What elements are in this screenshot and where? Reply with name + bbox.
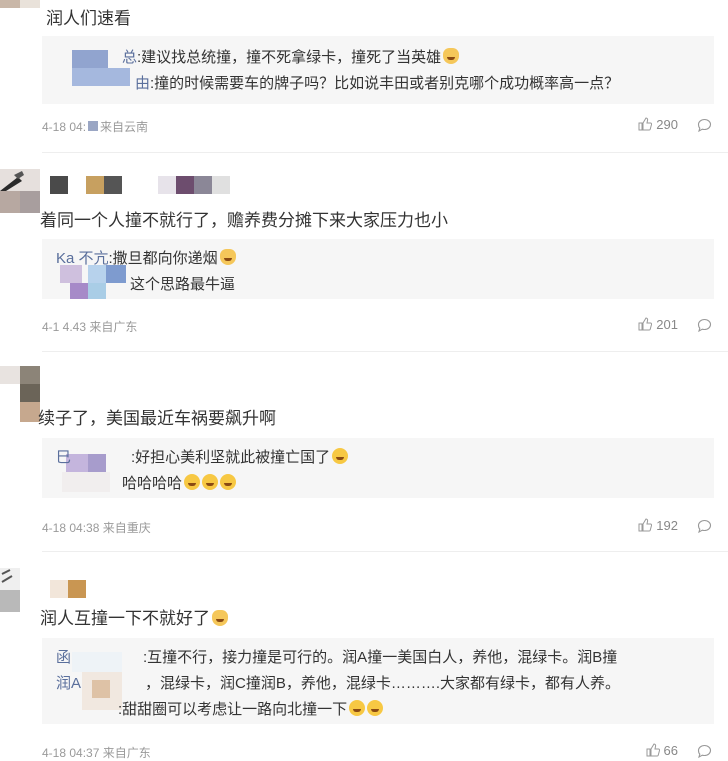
comment-location: 来自重庆 [102, 521, 151, 535]
comment-text: 润人们速看 [46, 9, 131, 28]
reply-text: 哈哈哈哈 [122, 475, 183, 492]
reply-line: 巳 :好担心美利坚就此被撞亡国了 [56, 446, 349, 467]
like-button[interactable]: 201 [638, 317, 678, 332]
comment-time: 4-18 04:38 [42, 521, 100, 535]
thumbs-up-icon [638, 317, 653, 331]
reply-text: :甜甜圈可以考虑让一路向北撞一下 [118, 701, 348, 718]
comment-text-content: 润人互撞一下不就好了 [40, 609, 210, 628]
reply-text: :建议找总统撞，撞不死拿绿卡，撞死了当英雄 [137, 49, 442, 66]
reply-box[interactable]: 巳 :好担心美利坚就此被撞亡国了 哈哈哈哈 [42, 438, 714, 498]
comment-3: 续子了，美国最近车祸要飙升啊 巳 :好担心美利坚就此被撞亡国了 哈哈哈哈 4-18… [0, 352, 728, 550]
thumbs-up-icon [638, 518, 653, 532]
username-blur[interactable] [50, 580, 86, 598]
reply-text: ，混绿卡，润C撞润B，养他，混绿卡……….大家都有绿卡，都有人养。 [145, 675, 621, 692]
comment-location: 来自广东 [89, 320, 138, 334]
reply-line: Ka 不亢:撒旦都向你递烟 [56, 247, 236, 268]
like-button[interactable]: 66 [646, 743, 678, 758]
comment-time: 4-1 4.43 [42, 320, 87, 334]
comment-4: 润人互撞一下不就好了 函 :互撞不行，接力撞是可行的。润A撞一美国白人，养他，混绿… [0, 552, 728, 761]
cat-emoji-icon [443, 48, 460, 64]
comment-1: 润人们速看 总:建议找总统撞，撞不死拿绿卡，撞死了当英雄 由:撞的时候需要车的牌… [0, 0, 728, 152]
like-count: 66 [663, 743, 678, 758]
avatar[interactable] [0, 366, 40, 422]
laughing-emoji-icon [184, 474, 201, 490]
reply-line: 函 :互撞不行，接力撞是可行的。润A撞一美国白人，养他，混绿卡。润B撞 [56, 646, 617, 667]
username-blur[interactable] [50, 176, 230, 194]
cat-emoji-icon [212, 610, 228, 626]
emoji-icon [367, 700, 384, 716]
like-count: 290 [656, 117, 678, 132]
reply-text: :互撞不行，接力撞是可行的。润A撞一美国白人，养他，混绿卡。润B撞 [143, 649, 618, 666]
like-count: 192 [656, 518, 678, 533]
comment-time: 4-18 04: [42, 120, 87, 134]
comment-location: 来自云南 [100, 120, 149, 134]
reply-icon[interactable] [697, 744, 712, 759]
reply-box[interactable]: 函 :互撞不行，接力撞是可行的。润A撞一美国白人，养他，混绿卡。润B撞 润A ，混绿… [42, 638, 714, 724]
reply-line: 润A ，混绿卡，润C撞润B，养他，混绿卡……….大家都有绿卡，都有人养。 [56, 672, 620, 693]
comment-meta: 4-18 04:37 来自广东 [42, 744, 151, 761]
comment-text: 润人互撞一下不就好了 [40, 604, 228, 629]
reply-username[interactable]: 巳 [56, 449, 71, 466]
emoji-icon [349, 700, 366, 716]
reply-username[interactable]: 润A [56, 675, 81, 692]
reply-line: 由:撞的时候需要车的牌子吗？比如说丰田或者别克哪个成功概率高一点？ [135, 72, 619, 93]
thumbs-up-icon [638, 117, 653, 131]
reply-line: 哈哈哈哈 [122, 472, 237, 493]
avatar[interactable] [0, 0, 40, 28]
comment-2: 着同一个人撞不就行了，赡养费分摊下来大家压力也小 Ka 不亢:撒旦都向你递烟 这… [0, 153, 728, 350]
reply-text: :好担心美利坚就此被撞亡国了 [131, 449, 331, 466]
user-avatar-blur [72, 50, 108, 68]
reply-icon[interactable] [697, 519, 712, 534]
reply-username[interactable]: 总 [122, 49, 137, 66]
reply-text: 这个思路最牛逼 [130, 276, 236, 293]
laughing-emoji-icon [220, 474, 237, 490]
reply-username[interactable]: 由 [135, 75, 150, 92]
thumbs-up-icon [646, 743, 660, 757]
comment-meta: 4-1 4.43 来自广东 [42, 318, 137, 335]
like-count: 201 [656, 317, 678, 332]
avatar[interactable] [0, 568, 40, 624]
reply-text: :撞的时候需要车的牌子吗？比如说丰田或者别克哪个成功概率高一点？ [150, 75, 620, 92]
reply-line: 这个思路最牛逼 [130, 273, 235, 294]
reply-box[interactable]: Ka 不亢:撒旦都向你递烟 这个思路最牛逼 [42, 239, 714, 299]
reply-text: :撒旦都向你递烟 [108, 250, 218, 267]
laughing-emoji-icon [332, 448, 349, 464]
cat-emoji-icon [219, 249, 236, 265]
reply-username[interactable]: 函 [56, 649, 71, 666]
reply-username[interactable]: Ka 不亢 [56, 250, 109, 267]
comment-text: 着同一个人撞不就行了，赡养费分摊下来大家压力也小 [40, 211, 448, 230]
reply-line: :甜甜圈可以考虑让一路向北撞一下 [118, 698, 384, 719]
avatar[interactable] [0, 169, 40, 213]
comment-text: 续子了，美国最近车祸要飙升啊 [38, 409, 276, 428]
like-button[interactable]: 192 [638, 518, 678, 533]
like-button[interactable]: 290 [638, 117, 678, 132]
comment-time: 4-18 04:37 [42, 746, 100, 760]
comment-meta: 4-18 04: 来自云南 [42, 118, 148, 135]
reply-line: 总:建议找总统撞，撞不死拿绿卡，撞死了当英雄 [122, 46, 460, 67]
comment-meta: 4-18 04:38 来自重庆 [42, 519, 151, 536]
reply-box[interactable]: 总:建议找总统撞，撞不死拿绿卡，撞死了当英雄 由:撞的时候需要车的牌子吗？比如说… [42, 36, 714, 104]
reply-icon[interactable] [697, 118, 712, 133]
laughing-emoji-icon [202, 474, 219, 490]
comment-location: 来自广东 [102, 746, 151, 760]
reply-icon[interactable] [697, 318, 712, 333]
